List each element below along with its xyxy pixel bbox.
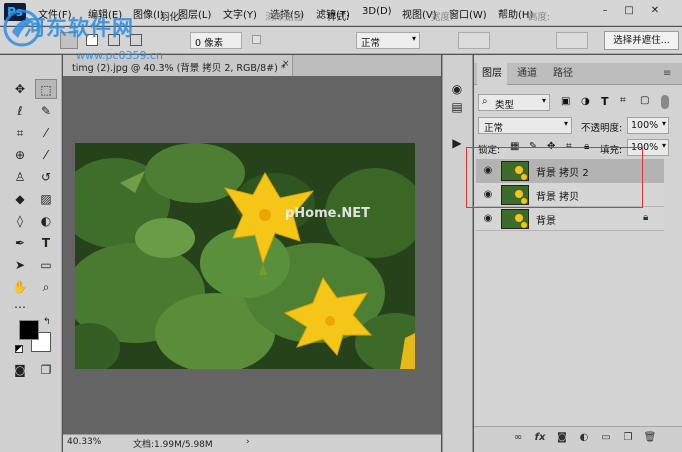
chevron-down-icon: ▾ [541,96,546,105]
chevron-down-icon: ▾ [661,119,666,128]
filter-shape-icon[interactable]: ⌗ [620,95,626,106]
link-layers-icon[interactable]: ∞ [510,431,526,445]
feather-label: 羽化: [160,12,183,23]
chevron-down-icon: ▾ [563,119,568,128]
layer-filter-select[interactable]: ⌕ 类型 ▾ [478,94,550,111]
foreground-color-swatch[interactable] [19,320,39,340]
height-input[interactable] [556,32,588,49]
eyedropper-tool-icon[interactable]: ⁄ [35,123,57,143]
crop-tool-icon[interactable]: ⌗ [9,123,31,143]
close-document-icon[interactable]: × [282,59,290,69]
clone-stamp-tool-icon[interactable]: ♙ [9,167,31,187]
brush-tool-icon[interactable]: ⁄ [35,145,57,165]
menu-type[interactable]: 文字(Y) [223,6,257,21]
opacity-input[interactable]: 100% ▾ [627,117,669,134]
document-title: timg (2).jpg @ 40.3% (背景 拷贝 2, RGB/8#) * [72,63,286,74]
filter-pixel-icon[interactable]: ▣ [561,96,570,107]
rectangle-tool-icon[interactable]: ▭ [35,255,57,275]
menu-layer[interactable]: 图层(L) [178,6,211,21]
close-window-button[interactable]: ✕ [644,3,666,19]
more-tools-icon[interactable]: ⋯ [9,297,31,317]
watermark-site-name: 河东软件网 [24,16,134,40]
document-image[interactable] [75,143,415,369]
antialias-checkbox[interactable] [252,35,261,44]
style-select[interactable]: 正常 ▾ [356,32,420,49]
filter-type-icon[interactable]: T [601,95,609,108]
blur-tool-icon[interactable]: ◊ [9,211,31,231]
tab-channels[interactable]: 通道 [512,63,542,85]
play-action-icon[interactable]: ▶ [448,134,466,152]
menu-3d[interactable]: 3D(D) [362,6,392,17]
pen-tool-icon[interactable]: ✒ [9,233,31,253]
status-bar [63,434,441,452]
type-tool-icon[interactable]: T [35,233,57,253]
add-mask-icon[interactable]: ◙ [554,431,570,445]
filter-smart-object-icon[interactable]: ▢ [640,95,649,106]
watermark-image-text: pHome.NET [285,206,371,221]
flower-photo [75,143,415,369]
maximize-button[interactable]: □ [618,3,640,19]
history-panel-icon[interactable]: ◉ [448,80,466,98]
hand-tool-icon[interactable]: ✋ [9,277,31,297]
width-input[interactable] [458,32,490,49]
adjustment-layer-icon[interactable]: ◐ [576,431,592,445]
properties-panel-icon[interactable]: ▤ [448,98,466,116]
select-and-mask-button[interactable]: 选择并遮住... [604,31,679,50]
rect-marquee-tool-icon[interactable]: ⬚ [35,79,57,99]
default-colors-icon[interactable] [15,345,23,353]
screen-mode-icon[interactable]: ❐ [35,360,57,380]
lasso-tool-icon[interactable]: ℓ [9,101,31,121]
delete-layer-icon[interactable]: 🗑︎ [642,431,658,445]
opacity-label: 不透明度: [581,123,623,134]
opacity-value: 100% [631,120,659,131]
move-tool-icon[interactable]: ✥ [9,79,31,99]
lock-icon[interactable]: 🔒︎ [643,212,648,223]
chevron-down-icon: ▾ [661,141,666,150]
blend-mode-value: 正常 [484,123,504,134]
height-label: 高度: [528,12,551,23]
quick-select-tool-icon[interactable]: ✎ [35,101,57,121]
eye-icon[interactable]: ◉ [481,213,495,225]
filter-kind-value: 类型 [495,100,515,111]
new-layer-icon[interactable]: ❐ [620,431,636,445]
layer-name: 背景 [536,216,556,227]
layer-row[interactable]: ◉ 背景 🔒︎ [476,207,664,231]
layers-panel [474,55,682,452]
width-label: 宽度: [431,12,454,23]
filter-adjustment-icon[interactable]: ◑ [581,96,590,107]
history-brush-tool-icon[interactable]: ↺ [35,167,57,187]
new-group-icon[interactable]: ▭ [598,431,614,445]
gradient-tool-icon[interactable]: ▨ [35,189,57,209]
style-label: 样式: [327,12,350,23]
minimize-button[interactable]: – [594,3,616,19]
swap-icon[interactable]: ⇄ [500,9,508,20]
dodge-tool-icon[interactable]: ◐ [35,211,57,231]
style-value: 正常 [361,38,381,49]
panel-menu-icon[interactable]: ≡ [663,68,671,79]
document-size: 文档:1.99M/5.98M [133,440,213,450]
tab-layers[interactable]: 图层 [477,63,507,85]
feather-input[interactable]: 0 像素 [190,32,242,49]
path-select-tool-icon[interactable]: ➤ [9,255,31,275]
highlight-box [466,147,643,208]
menu-window[interactable]: 窗口(W) [449,6,487,21]
zoom-tool-icon[interactable]: ⌕ [35,277,57,297]
chevron-down-icon: ▾ [411,34,416,43]
tab-paths[interactable]: 路径 [548,63,578,85]
status-arrow-icon[interactable]: › [246,437,250,447]
eraser-tool-icon[interactable]: ◆ [9,189,31,209]
tab-strip [293,55,441,76]
swap-colors-icon[interactable]: ↰ [43,317,51,327]
antialias-label: 消除锯齿 [265,12,304,23]
watermark-url: www.pc0359.cn [76,49,164,62]
layer-thumbnail [501,209,529,229]
zoom-level[interactable]: 40.33% [67,437,101,447]
feather-value: 0 像素 [195,38,224,49]
quick-mask-icon[interactable]: ◙ [9,360,31,380]
search-icon: ⌕ [482,96,488,107]
filter-toggle[interactable] [661,95,669,109]
fx-icon[interactable]: fx [532,431,548,445]
blend-mode-select[interactable]: 正常 ▾ [478,117,572,134]
healing-brush-tool-icon[interactable]: ⊕ [9,145,31,165]
